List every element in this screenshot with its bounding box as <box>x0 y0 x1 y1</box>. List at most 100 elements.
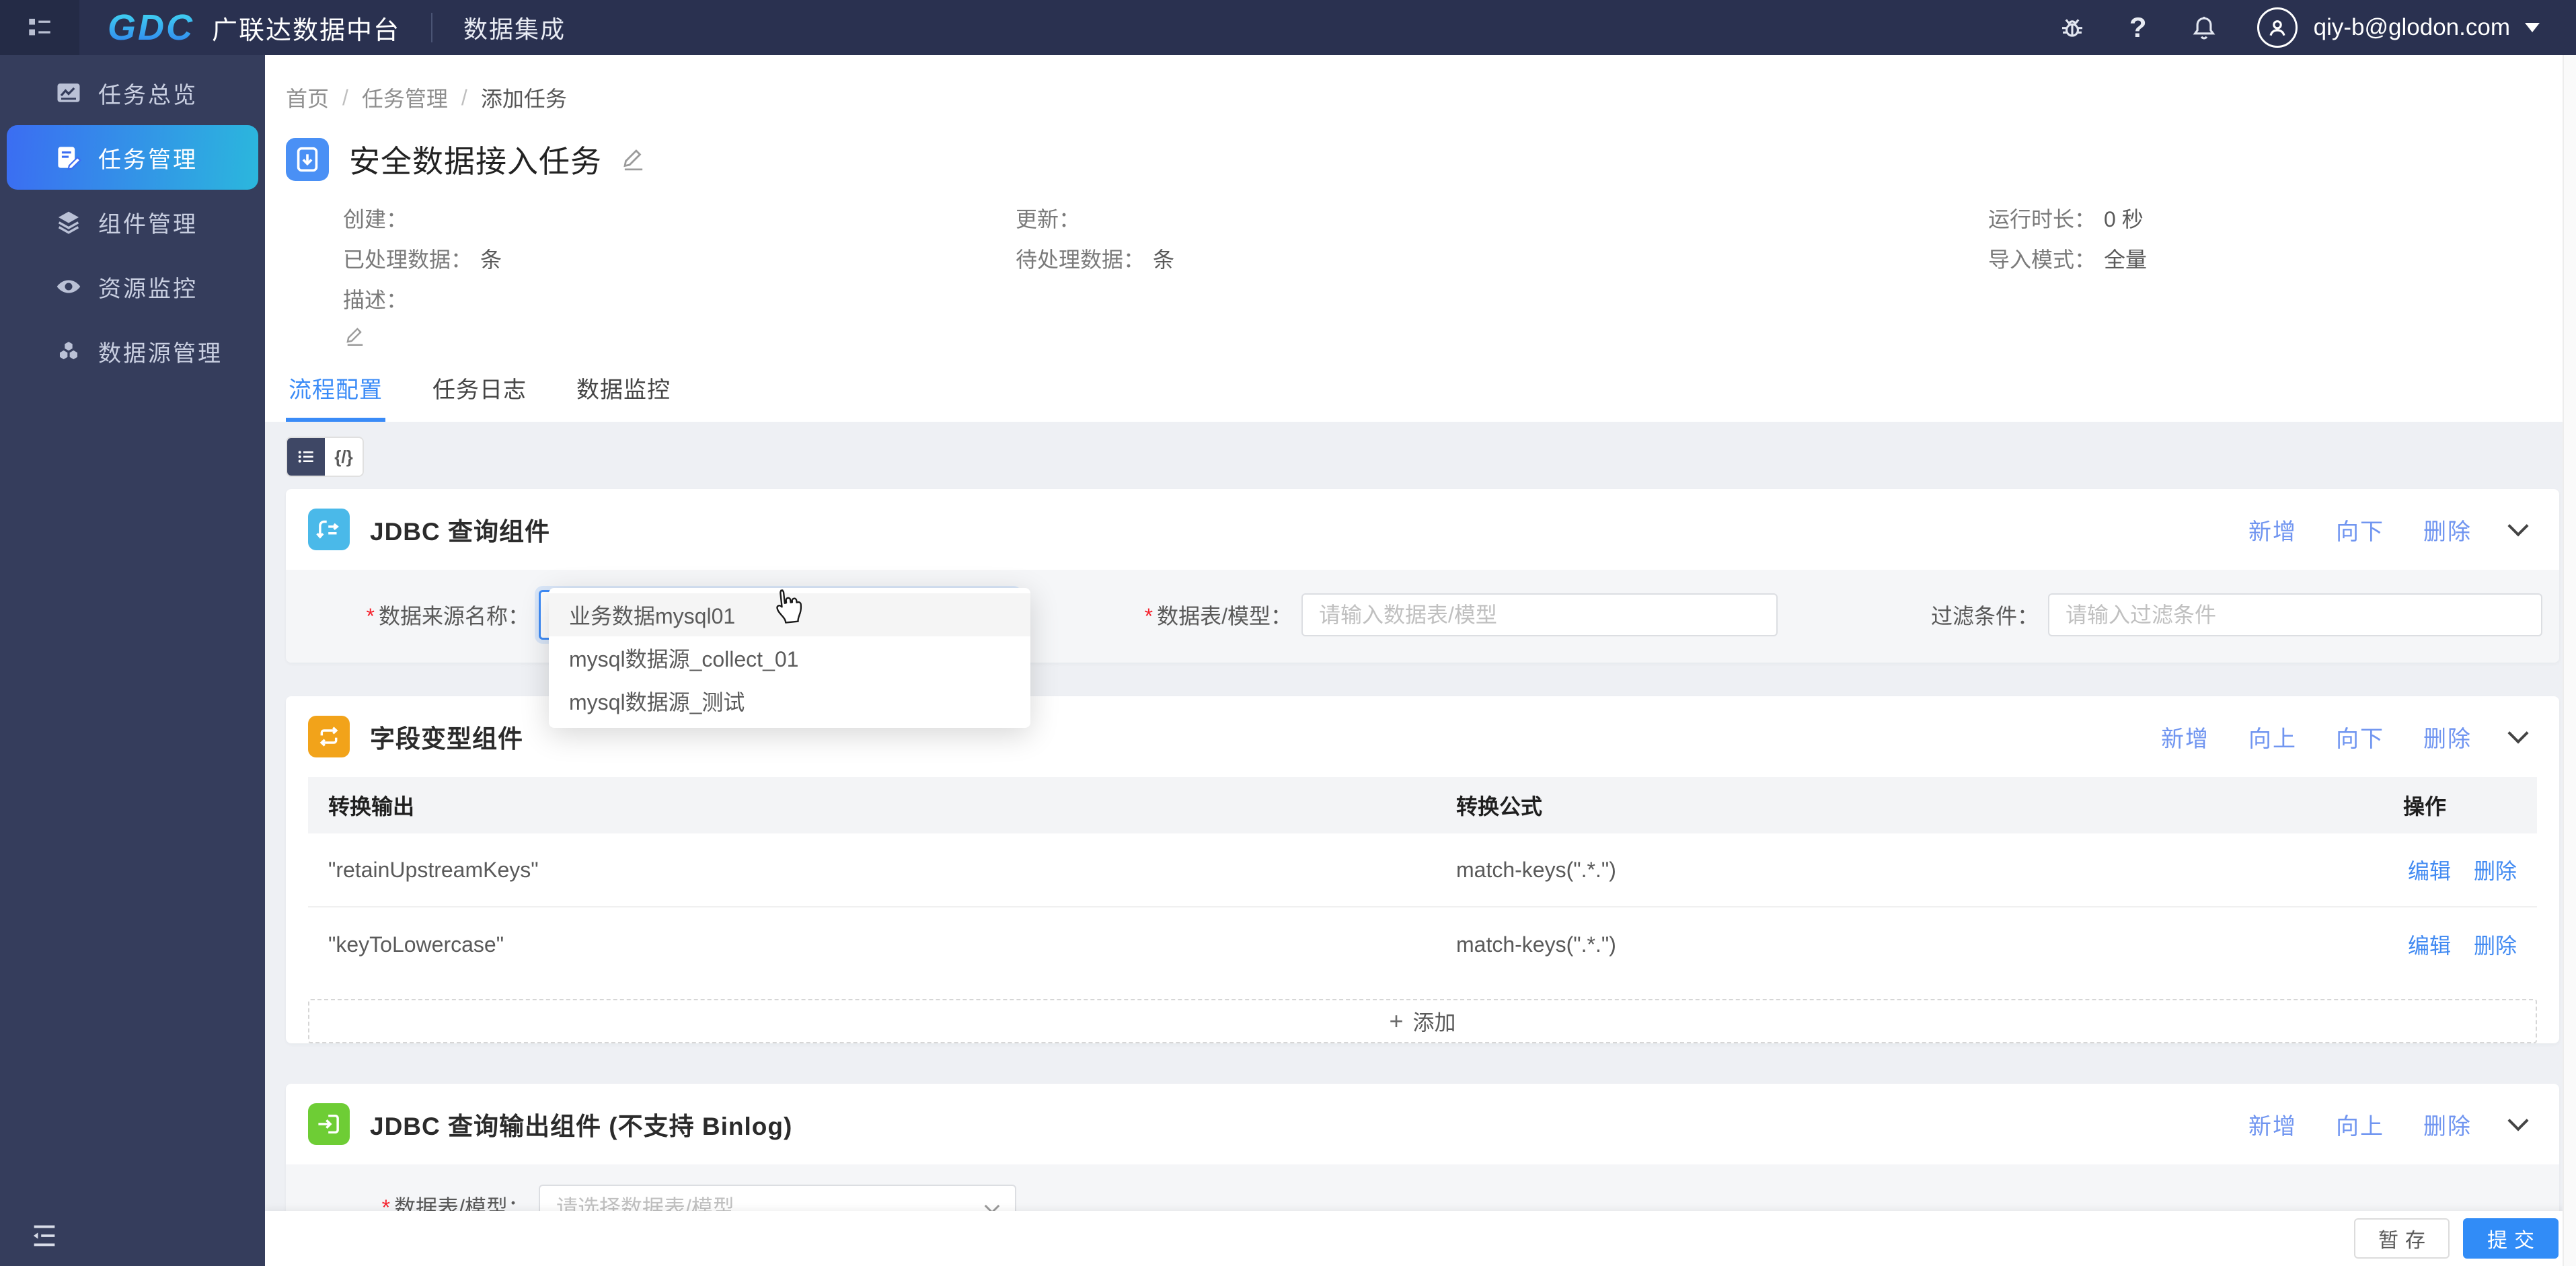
code-view-button[interactable]: {/} <box>325 438 363 476</box>
notification-bell-icon[interactable] <box>2189 12 2220 43</box>
tab-data-monitor[interactable]: 数据监控 <box>574 367 673 422</box>
jdbc-output-delete-link[interactable]: 删除 <box>2423 1108 2472 1141</box>
field-transform-icon <box>308 716 350 757</box>
dropdown-option[interactable]: mysql数据源_collect_01 <box>549 636 1030 679</box>
apps-menu-icon <box>24 13 55 42</box>
processed-value: 条 <box>480 248 502 272</box>
plus-icon: + <box>1389 1007 1404 1035</box>
table-model-input[interactable] <box>1319 602 1760 628</box>
import-mode-value: 全量 <box>2104 248 2148 272</box>
bug-report-icon[interactable] <box>2057 12 2088 43</box>
datasource-dropdown: 业务数据mysql01 mysql数据源_collect_01 mysql数据源… <box>549 588 1030 728</box>
field-transform-card-title: 字段变型组件 <box>370 725 523 753</box>
description-label: 描述： <box>343 288 408 312</box>
apps-menu-button[interactable] <box>0 0 79 55</box>
scrollbar[interactable] <box>2563 55 2576 1266</box>
edit-description-icon[interactable] <box>343 324 1016 348</box>
row-delete-link[interactable]: 删除 <box>2474 854 2517 885</box>
task-management-edit-icon <box>54 143 83 172</box>
created-label: 创建： <box>343 207 408 231</box>
jdbc-query-icon <box>308 509 350 550</box>
transform-add-link[interactable]: 新增 <box>2161 720 2209 753</box>
add-transform-button[interactable]: + 添加 <box>308 999 2537 1043</box>
breadcrumb-home[interactable]: 首页 <box>286 82 329 113</box>
pending-label: 待处理数据： <box>1016 248 1145 272</box>
user-menu-caret-icon[interactable] <box>2525 23 2540 32</box>
task-meta: 创建： 更新： 运行时长： 0 秒 已处理数据： 条 待处理数据： 条 导入模式： 全量… <box>286 199 2559 348</box>
flow-config-panel: {/} JDBC 查询组件 新增 向下 删除 * 数据来源名称： * 数据表/模… <box>265 422 2576 1251</box>
app-header: GDC 广联达数据中台 数据集成 ? qiy-b@glodon.com <box>0 0 2576 55</box>
layers-icon <box>54 207 83 237</box>
jdbc-query-move-down-link[interactable]: 向下 <box>2336 513 2384 546</box>
table-row: "keyToLowercase" match-keys(".*.") 编辑 删除 <box>308 907 2537 981</box>
user-avatar[interactable] <box>2257 7 2298 48</box>
task-type-icon <box>286 138 329 181</box>
jdbc-query-delete-link[interactable]: 删除 <box>2423 513 2472 546</box>
jdbc-query-collapse-icon[interactable] <box>2507 515 2529 537</box>
jdbc-output-card-title: JDBC 查询输出组件 (不支持 Binlog) <box>370 1113 793 1140</box>
tab-flow-config[interactable]: 流程配置 <box>286 367 385 422</box>
row-output: "retainUpstreamKeys" <box>328 857 539 882</box>
sidebar-item-component-management[interactable]: 组件管理 <box>0 190 265 254</box>
task-overview-chart-icon <box>54 78 83 108</box>
col-transform-formula: 转换公式 <box>1456 794 1543 819</box>
transform-move-up-link[interactable]: 向上 <box>2248 720 2297 753</box>
save-draft-button[interactable]: 暂存 <box>2354 1218 2450 1259</box>
transform-move-down-link[interactable]: 向下 <box>2336 720 2384 753</box>
edit-title-icon[interactable] <box>619 145 648 174</box>
datasource-label: 数据来源名称： <box>378 604 529 628</box>
sidebar-item-task-management[interactable]: 任务管理 <box>7 125 258 190</box>
table-model-input-wrap <box>1301 593 1778 636</box>
sidebar-item-label: 任务总览 <box>98 82 198 108</box>
breadcrumb-task-management[interactable]: 任务管理 <box>362 82 448 113</box>
field-transform-card: 字段变型组件 新增 向上 向下 删除 转换输出 转换公式 操作 "retainU… <box>286 696 2559 1043</box>
row-output: "keyToLowercase" <box>328 932 504 957</box>
transform-delete-link[interactable]: 删除 <box>2423 720 2472 753</box>
footer-action-bar: 暂存 提交 <box>265 1211 2576 1266</box>
row-formula: match-keys(".*.") <box>1456 932 1616 957</box>
sidebar-item-label: 资源监控 <box>98 276 198 302</box>
view-mode-toggle: {/} <box>286 437 364 477</box>
sidebar: 任务总览 任务管理 组件管理 资源监控 数据源管理 <box>0 55 265 1266</box>
tab-task-log[interactable]: 任务日志 <box>430 367 529 422</box>
filter-input-wrap <box>2048 593 2542 636</box>
submit-button[interactable]: 提交 <box>2463 1218 2559 1259</box>
list-view-button[interactable] <box>287 438 325 476</box>
breadcrumb: 首页 / 任务管理 / 添加任务 <box>286 55 2559 113</box>
gdc-logo: GDC <box>108 7 194 48</box>
tab-bar: 流程配置 任务日志 数据监控 <box>286 367 2559 422</box>
sidebar-item-resource-monitor[interactable]: 资源监控 <box>0 254 265 319</box>
jdbc-output-collapse-icon[interactable] <box>2507 1110 2529 1131</box>
filter-input[interactable] <box>2066 602 2525 628</box>
sidebar-item-datasource-management[interactable]: 数据源管理 <box>0 319 265 383</box>
row-delete-link[interactable]: 删除 <box>2474 929 2517 960</box>
jdbc-output-add-link[interactable]: 新增 <box>2248 1108 2297 1141</box>
product-name: 广联达数据中台 <box>212 16 401 45</box>
task-title-row: 安全数据接入任务 <box>286 137 2559 182</box>
header-divider <box>431 13 433 42</box>
eye-icon <box>54 272 83 301</box>
table-row: "retainUpstreamKeys" match-keys(".*.") 编… <box>308 833 2537 907</box>
import-mode-label: 导入模式： <box>1988 248 2096 272</box>
jdbc-output-move-up-link[interactable]: 向上 <box>2336 1108 2384 1141</box>
row-edit-link[interactable]: 编辑 <box>2408 854 2451 885</box>
dropdown-option[interactable]: 业务数据mysql01 <box>549 593 1030 636</box>
dropdown-option[interactable]: mysql数据源_测试 <box>549 679 1030 722</box>
pending-value: 条 <box>1153 248 1175 272</box>
add-transform-label: 添加 <box>1412 1010 1456 1035</box>
row-edit-link[interactable]: 编辑 <box>2408 929 2451 960</box>
processed-label: 已处理数据： <box>343 248 473 272</box>
jdbc-query-card-title: JDBC 查询组件 <box>370 518 551 546</box>
updated-label: 更新： <box>1016 207 1081 231</box>
sidebar-item-task-overview[interactable]: 任务总览 <box>0 61 265 125</box>
user-email[interactable]: qiy-b@glodon.com <box>2314 14 2510 41</box>
jdbc-query-add-link[interactable]: 新增 <box>2248 513 2297 546</box>
sidebar-collapse-icon[interactable] <box>27 1220 62 1251</box>
help-icon[interactable]: ? <box>2123 11 2154 43</box>
nav-item-data-integration[interactable]: 数据集成 <box>463 10 566 45</box>
col-actions: 操作 <box>2402 794 2446 819</box>
table-model-label: 数据表/模型： <box>1157 604 1292 628</box>
page-header-block: 首页 / 任务管理 / 添加任务 安全数据接入任务 创建： 更新： 运行时长： … <box>265 55 2576 422</box>
filter-label: 过滤条件： <box>1930 604 2039 628</box>
transform-collapse-icon[interactable] <box>2507 722 2529 744</box>
